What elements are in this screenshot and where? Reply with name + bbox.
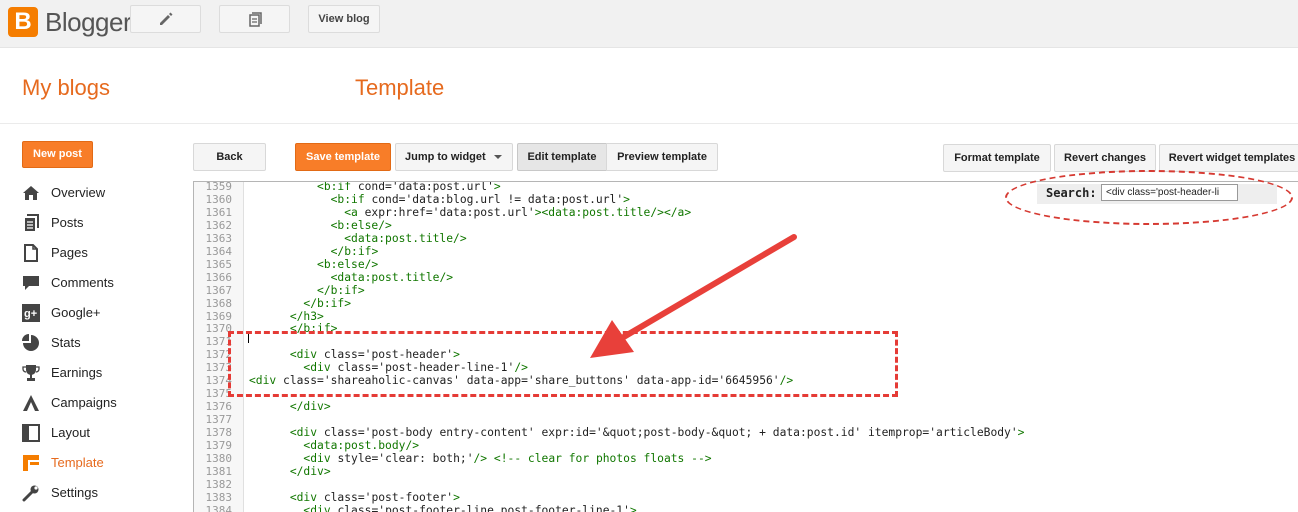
red-arrow-annotation <box>590 234 797 358</box>
blogger-template-editor-screen: { "app": { "logo_letter": "B", "logo_tex… <box>0 0 1298 512</box>
